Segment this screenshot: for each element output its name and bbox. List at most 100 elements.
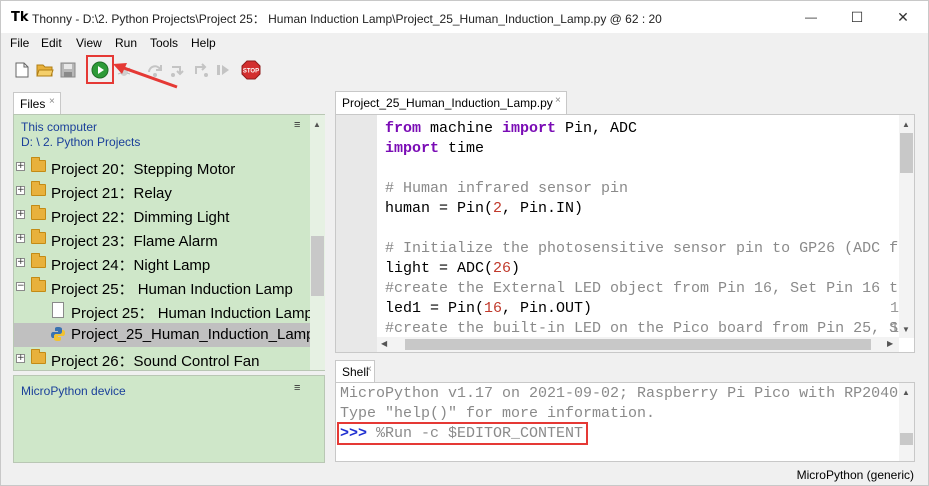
code-keyword: import: [385, 140, 440, 157]
tree-item-project-24[interactable]: + Project 24：Night Lamp: [14, 251, 310, 275]
folder-icon: [31, 277, 46, 292]
code-line[interactable]: human = Pin(2, Pin.IN): [385, 200, 583, 217]
expand-icon[interactable]: +: [16, 186, 25, 195]
expand-icon[interactable]: +: [16, 354, 25, 363]
code-line[interactable]: # Initialize the photosensitive sensor p…: [385, 240, 898, 257]
current-path[interactable]: D: \ 2. Python Projects: [21, 135, 140, 150]
resume-button[interactable]: [212, 59, 234, 81]
save-button[interactable]: [57, 59, 79, 81]
tree-item-project-21[interactable]: + Project 21：Relay: [14, 179, 310, 203]
python-file-icon: [51, 327, 65, 341]
tree-item-project-25[interactable]: − Project 25： Human Induction Lamp: [14, 275, 310, 299]
tree-item-label: Project 20：Stepping Motor: [51, 161, 236, 178]
tree-item-project-25-file[interactable]: Project 25： Human Induction Lamp: [14, 299, 313, 323]
expand-icon[interactable]: +: [16, 162, 25, 171]
line-number-gutter: [336, 115, 377, 352]
tree-item-project-22[interactable]: + Project 22：Dimming Light: [14, 203, 310, 227]
thonny-app-icon: Tk: [11, 10, 29, 25]
editor-hscrollbar-thumb[interactable]: [405, 339, 871, 350]
tab-files[interactable]: Files ×: [13, 92, 61, 114]
code-line[interactable]: light = ADC(26): [385, 260, 520, 277]
tree-item-label: Project 25： Human Induction Lamp: [71, 305, 313, 322]
code-line[interactable]: #create the External LED object from Pin…: [385, 280, 898, 297]
menu-help[interactable]: Help: [191, 36, 216, 50]
folder-icon: [31, 253, 46, 268]
collapse-icon[interactable]: −: [16, 282, 25, 291]
open-file-button[interactable]: [34, 59, 56, 81]
code-comment: #create the External LED object from Pin…: [385, 280, 899, 297]
title-bar: Tk Thonny - D:\2. Python Projects\Projec…: [1, 1, 928, 33]
minimize-icon: —: [805, 10, 817, 24]
editor-hscrollbar[interactable]: ◀ ▶: [377, 337, 899, 352]
code-text: machine: [421, 120, 503, 137]
tab-files-close-icon[interactable]: ×: [49, 96, 55, 107]
menu-tools[interactable]: Tools: [150, 36, 178, 50]
files-menu-icon[interactable]: ≡: [294, 119, 300, 131]
scroll-up-icon[interactable]: ▲: [313, 120, 321, 129]
code-text: light = ADC(: [385, 260, 494, 277]
interpreter-selector[interactable]: MicroPython (generic): [797, 468, 914, 482]
step-out-button[interactable]: [190, 59, 212, 81]
save-icon: [60, 62, 76, 78]
files-scrollbar-thumb[interactable]: [311, 236, 324, 296]
code-editor[interactable]: 1234567891011from machine import Pin, AD…: [335, 114, 915, 353]
code-text: Pin, ADC: [556, 120, 638, 137]
tab-editor-close-icon[interactable]: ×: [555, 95, 561, 106]
file-icon: [52, 302, 64, 318]
menu-edit[interactable]: Edit: [41, 36, 62, 50]
shell-scrollbar-thumb[interactable]: [900, 433, 913, 445]
new-file-icon: [15, 62, 29, 78]
tab-shell-label: Shell: [342, 365, 369, 379]
this-computer-label: This computer: [21, 120, 98, 134]
scroll-left-icon[interactable]: ◀: [381, 339, 387, 348]
code-comment: # Initialize the photosensitive sensor p…: [385, 240, 899, 257]
new-file-button[interactable]: [11, 59, 33, 81]
editor-vscrollbar-thumb[interactable]: [900, 133, 913, 173]
tree-item-project-20[interactable]: + Project 20：Stepping Motor: [14, 155, 310, 179]
scroll-up-icon[interactable]: ▲: [902, 120, 910, 129]
tree-item-python-file[interactable]: Project_25_Human_Induction_Lamp.: [14, 323, 319, 347]
menu-file[interactable]: File: [10, 36, 29, 50]
code-line[interactable]: from machine import Pin, ADC: [385, 120, 637, 137]
minimize-button[interactable]: —: [788, 5, 834, 29]
folder-icon: [31, 157, 46, 172]
expand-icon[interactable]: +: [16, 258, 25, 267]
menu-view[interactable]: View: [76, 36, 102, 50]
code-line[interactable]: #create the built-in LED on the Pico boa…: [385, 320, 898, 337]
tab-shell[interactable]: Shell ×: [335, 360, 375, 382]
stop-button[interactable]: STOP: [240, 59, 262, 81]
open-folder-icon: [36, 64, 54, 77]
shell-scrollbar[interactable]: ▲: [899, 383, 914, 461]
files-scrollbar[interactable]: ▲: [310, 115, 325, 370]
scroll-right-icon[interactable]: ▶: [887, 339, 893, 348]
menu-run[interactable]: Run: [115, 36, 137, 50]
tree-item-project-23[interactable]: + Project 23：Flame Alarm: [14, 227, 310, 251]
code-comment: #create the built-in LED on the Pico boa…: [385, 320, 899, 337]
expand-icon[interactable]: +: [16, 210, 25, 219]
code-text: human = Pin(: [385, 200, 494, 217]
files-panel: This computer D: \ 2. Python Projects ≡ …: [13, 114, 325, 371]
scroll-up-icon[interactable]: ▲: [902, 388, 910, 397]
maximize-button[interactable]: ☐: [834, 5, 880, 29]
tab-shell-close-icon[interactable]: ×: [366, 364, 372, 375]
tree-item-project-26[interactable]: + Project 26：Sound Control Fan: [14, 347, 310, 371]
scroll-down-icon[interactable]: ▼: [902, 325, 910, 334]
close-button[interactable]: ✕: [880, 5, 926, 29]
tree-item-label: Project_25_Human_Induction_Lamp.: [71, 326, 319, 343]
code-line[interactable]: # Human infrared sensor pin: [385, 180, 628, 197]
code-line[interactable]: import time: [385, 140, 484, 157]
tree-item-label: Project 21：Relay: [51, 185, 172, 202]
command-highlight: [337, 422, 588, 445]
code-number: 2: [493, 200, 503, 217]
device-menu-icon[interactable]: ≡: [294, 382, 300, 394]
folder-icon: [31, 229, 46, 244]
folder-icon: [31, 205, 46, 220]
tree-item-label: Project 25： Human Induction Lamp: [51, 281, 293, 298]
code-line[interactable]: led1 = Pin(16, Pin.OUT): [385, 300, 592, 317]
code-number: 26: [493, 260, 512, 277]
tab-files-label: Files: [20, 97, 46, 111]
tab-editor-file[interactable]: Project_25_Human_Induction_Lamp.py ×: [335, 91, 567, 114]
editor-vscrollbar[interactable]: ▲ ▼: [899, 115, 914, 338]
expand-icon[interactable]: +: [16, 234, 25, 243]
resume-icon: [217, 65, 229, 75]
